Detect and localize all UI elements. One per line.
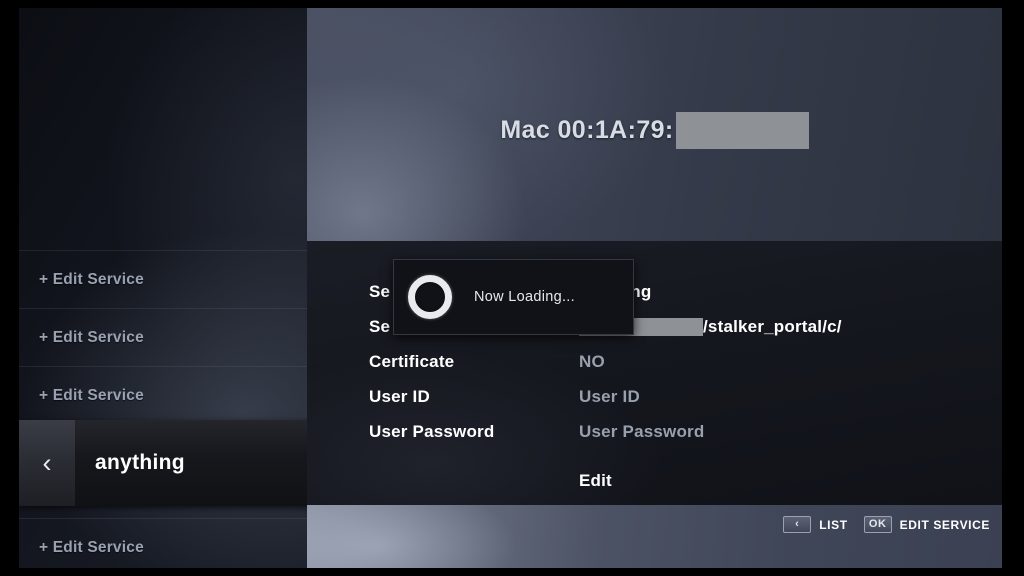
service-form: Se anything Se /stalker_portal/c/ Certif… — [307, 241, 1002, 505]
tv-settings-screen: + Edit Service + Edit Service + Edit Ser… — [0, 0, 1024, 576]
sidebar-item-label: + Edit Service — [39, 328, 144, 346]
form-label-user-password: User Password — [369, 421, 495, 441]
service-list-sidebar: + Edit Service + Edit Service + Edit Ser… — [19, 8, 307, 568]
service-detail-panel: Mac 00:1A:79: Se anything Se /stalker_po… — [307, 8, 1002, 568]
hint-edit-service-label: EDIT SERVICE — [899, 517, 990, 532]
form-value-certificate: NO — [579, 351, 605, 371]
hint-edit-service[interactable]: OK EDIT SERVICE — [863, 516, 1000, 533]
sidebar-item-selected-anything[interactable]: ‹ anything — [19, 420, 307, 506]
hint-list-label: LIST — [819, 517, 848, 532]
mac-address-line: Mac 00:1A:79: — [307, 112, 1002, 149]
mac-banner: Mac 00:1A:79: — [307, 8, 1002, 241]
hint-list[interactable]: ‹ LIST — [783, 516, 861, 533]
sidebar-item-label: + Edit Service — [39, 538, 144, 556]
bottom-hint-bar: ‹ LIST OK EDIT SERVICE — [307, 505, 1002, 568]
url-suffix-text: /stalker_portal/c/ — [703, 316, 842, 336]
mac-address-label: Mac 00:1A:79: — [500, 116, 674, 144]
loading-dialog: Now Loading... — [393, 259, 634, 335]
mac-redaction-box — [675, 112, 809, 149]
sidebar-item-edit-service-2[interactable]: + Edit Service — [19, 308, 307, 366]
form-row-user-id[interactable]: User ID User ID — [307, 379, 1002, 414]
form-value-user-password: User Password — [579, 421, 705, 441]
form-label-certificate: Certificate — [369, 351, 455, 371]
sidebar-item-label: + Edit Service — [39, 270, 144, 288]
edit-button[interactable]: Edit — [579, 471, 1002, 491]
form-row-user-password[interactable]: User Password User Password — [307, 414, 1002, 449]
loading-spinner-icon — [408, 275, 452, 319]
form-value-user-id: User ID — [579, 386, 640, 406]
sidebar-item-edit-service-1[interactable]: + Edit Service — [19, 250, 307, 308]
form-label-user-id: User ID — [369, 386, 430, 406]
back-key-icon: ‹ — [783, 516, 812, 533]
form-value-server-url: /stalker_portal/c/ — [579, 317, 1002, 337]
sidebar-item-edit-service-3[interactable]: + Edit Service — [19, 366, 307, 424]
form-value-server-name: anything — [579, 282, 1002, 302]
loading-dialog-text: Now Loading... — [474, 289, 575, 305]
sidebar-item-label: + Edit Service — [39, 386, 144, 404]
sidebar-selected-label: anything — [95, 451, 185, 474]
form-row-certificate[interactable]: Certificate NO — [307, 344, 1002, 379]
ok-key-icon: OK — [863, 516, 892, 533]
form-row-edit[interactable]: Edit — [307, 463, 1002, 498]
back-chevron-icon[interactable]: ‹ — [19, 420, 75, 506]
sidebar-item-edit-service-4[interactable]: + Edit Service — [19, 518, 307, 568]
